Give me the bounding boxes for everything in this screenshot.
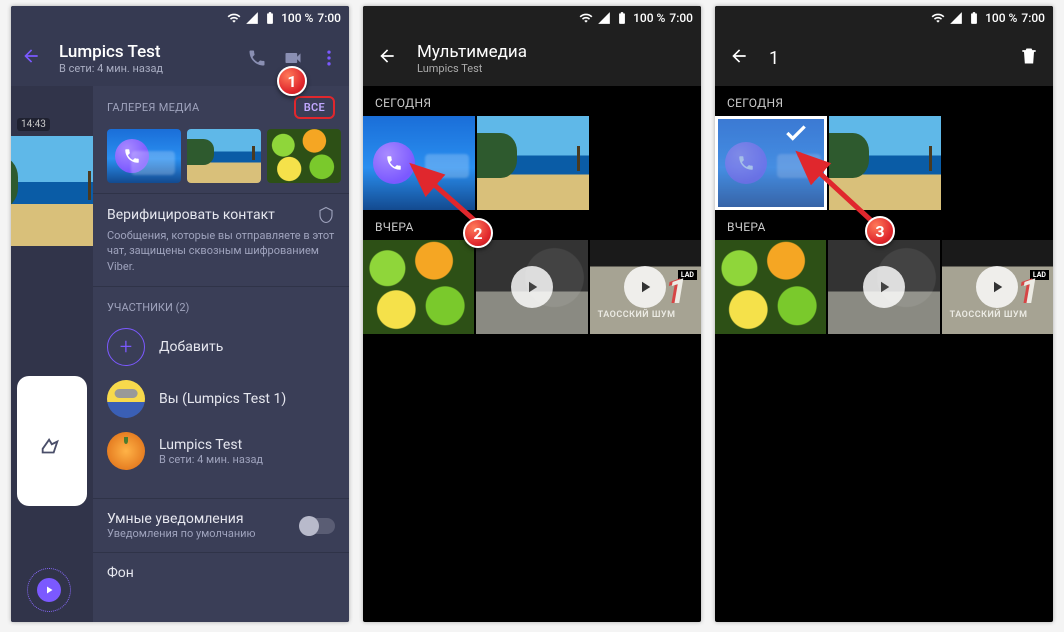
participant-row[interactable]: Lumpics Test В сети: 4 мин. назад	[107, 432, 335, 470]
smart-notifications-row[interactable]: Умные уведомления Уведомления по умолчан…	[93, 499, 349, 553]
status-bar: 100 % 7:00	[363, 6, 701, 30]
wifi-icon	[931, 11, 945, 25]
screen-multimedia: 100 % 7:00 Мультимедиа Lumpics Test СЕГО…	[363, 6, 701, 622]
msg-timestamp: 14:43	[17, 118, 50, 131]
background-row[interactable]: Фон	[93, 553, 349, 593]
add-participant-button[interactable]: + Добавить	[107, 328, 335, 366]
signal-icon	[245, 11, 259, 25]
participants-section: УЧАСТНИКИ (2) + Добавить Вы (Lumpics Tes…	[93, 287, 349, 499]
avatar	[107, 380, 145, 418]
play-icon	[942, 240, 1053, 334]
selection-count: 1	[769, 48, 999, 69]
media-video-thumb[interactable]: LAD 1 ТАОССКИЙ ШУМ	[590, 240, 701, 334]
screen-multimedia-selected: 100 % 7:00 1 СЕГОДНЯ ВЧЕРА	[715, 6, 1053, 622]
chat-subtitle: В сети: 4 мин. назад	[59, 62, 229, 75]
wifi-icon	[579, 11, 593, 25]
back-button[interactable]	[377, 46, 397, 70]
battery-pct: 100 %	[633, 11, 665, 25]
play-icon	[828, 240, 939, 334]
signal-icon	[949, 11, 963, 25]
info-panel: ГАЛЕРЕЯ МЕДИА ВСЕ Верифицировать контакт…	[93, 86, 349, 622]
verify-desc: Сообщения, которые вы отправляете в этот…	[107, 228, 335, 274]
avatar	[107, 432, 145, 470]
selection-header: 1	[715, 30, 1053, 86]
smart-label: Умные уведомления	[107, 511, 256, 527]
status-bar: 100 % 7:00	[715, 6, 1053, 30]
participants-heading: УЧАСТНИКИ (2)	[107, 301, 335, 314]
gallery-thumb[interactable]	[187, 129, 261, 183]
battery-icon	[263, 11, 277, 25]
callout-2: 2	[463, 218, 493, 248]
media-video-thumb[interactable]	[828, 240, 939, 334]
more-icon[interactable]	[319, 48, 339, 68]
media-video-thumb[interactable]: LAD 1 ТАОССКИЙ ШУМ	[942, 240, 1053, 334]
gallery-thumb[interactable]	[267, 129, 341, 183]
chat-title: Lumpics Test	[59, 42, 229, 62]
smart-sub: Уведомления по умолчанию	[107, 527, 256, 540]
battery-pct: 100 %	[985, 11, 1017, 25]
clock: 7:00	[669, 11, 693, 25]
battery-icon	[967, 11, 981, 25]
callout-1: 1	[277, 66, 307, 96]
shield-icon	[317, 206, 335, 224]
participant-row[interactable]: Вы (Lumpics Test 1)	[107, 380, 335, 418]
multimedia-title: Мультимедиа	[417, 42, 527, 62]
add-label: Добавить	[159, 339, 223, 355]
battery-pct: 100 %	[281, 11, 313, 25]
video-call-icon[interactable]	[283, 48, 303, 68]
multimedia-header: Мультимедиа Lumpics Test	[363, 30, 701, 86]
battery-icon	[615, 11, 629, 25]
chat-background-strip: 14:43 15:00	[11, 86, 93, 622]
back-button[interactable]	[729, 46, 749, 70]
media-thumb[interactable]	[363, 240, 474, 334]
media-thumb[interactable]	[477, 116, 589, 210]
clock: 7:00	[1021, 11, 1045, 25]
back-button[interactable]	[21, 46, 41, 70]
plus-icon: +	[107, 328, 145, 366]
status-bar: 100 % 7:00	[11, 6, 349, 30]
clock: 7:00	[317, 11, 341, 25]
chat-image-thumb[interactable]: 15:00	[11, 136, 93, 246]
participant-status: В сети: 4 мин. назад	[159, 453, 263, 466]
voice-call-icon[interactable]	[247, 48, 267, 68]
signal-icon	[597, 11, 611, 25]
media-video-thumb[interactable]	[476, 240, 587, 334]
verify-label: Верифицировать контакт	[107, 207, 275, 223]
gallery-thumb[interactable]	[107, 129, 181, 183]
screen-chat-info: 100 % 7:00 Lumpics Test В сети: 4 мин. н…	[11, 6, 349, 622]
share-icon[interactable]	[39, 436, 61, 462]
delete-button[interactable]	[1019, 46, 1039, 70]
play-icon	[476, 240, 587, 334]
participant-name: Вы (Lumpics Test 1)	[159, 391, 286, 407]
wifi-icon	[227, 11, 241, 25]
gallery-heading: ГАЛЕРЕЯ МЕДИА	[107, 101, 199, 114]
toggle-switch[interactable]	[301, 518, 335, 534]
callout-3: 3	[865, 216, 895, 246]
verify-contact-section[interactable]: Верифицировать контакт Сообщения, которы…	[93, 194, 349, 287]
participant-name: Lumpics Test	[159, 437, 263, 453]
media-gallery-section: ГАЛЕРЕЯ МЕДИА ВСЕ	[93, 86, 349, 194]
play-icon	[590, 240, 701, 334]
multimedia-subtitle: Lumpics Test	[417, 62, 527, 75]
media-thumb[interactable]	[715, 240, 826, 334]
group-today: СЕГОДНЯ	[715, 86, 1053, 116]
group-today: СЕГОДНЯ	[363, 86, 701, 116]
media-button[interactable]	[27, 568, 71, 612]
chat-title-block: Lumpics Test В сети: 4 мин. назад	[59, 42, 229, 75]
gallery-all-button[interactable]: ВСЕ	[294, 96, 335, 119]
